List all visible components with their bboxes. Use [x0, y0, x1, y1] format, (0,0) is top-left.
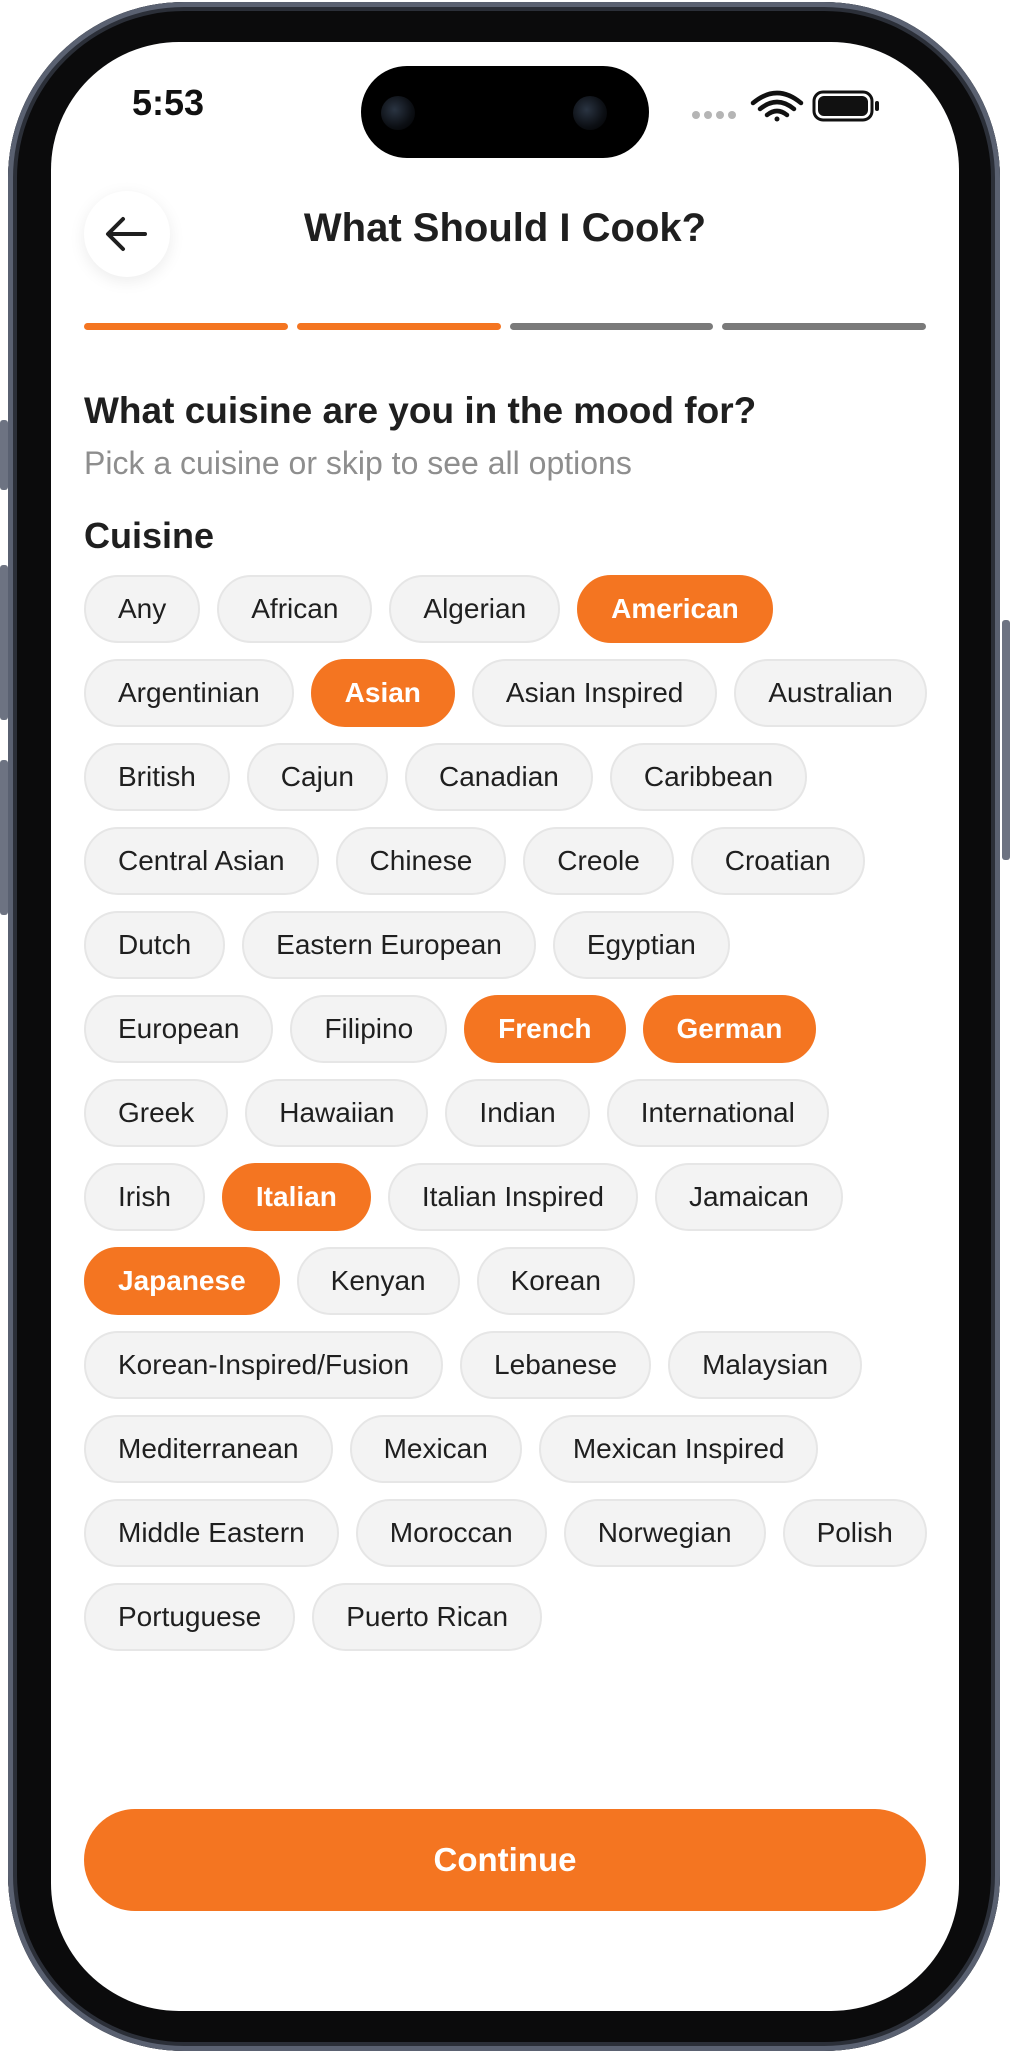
cuisine-chip[interactable]: Kenyan: [296, 1247, 460, 1315]
cuisine-chip[interactable]: African: [217, 575, 373, 643]
battery-icon: [812, 90, 879, 122]
cuisine-chip[interactable]: Middle Eastern: [84, 1499, 339, 1567]
continue-button[interactable]: Continue: [84, 1809, 926, 1911]
cuisine-chip-list[interactable]: Any African Algerian American Argentinian Asi…: [84, 575, 934, 1771]
cuisine-chip[interactable]: Japanese: [84, 1247, 280, 1315]
progress-step-4: [722, 323, 926, 330]
question-subtitle: Pick a cuisine or skip to see all option…: [84, 445, 632, 481]
cuisine-chip[interactable]: Polish: [782, 1499, 927, 1567]
cuisine-chip[interactable]: Central Asian: [84, 827, 319, 895]
cuisine-chip[interactable]: Malaysian: [668, 1331, 863, 1399]
status-icons: [692, 88, 882, 124]
cuisine-chip[interactable]: Canadian: [404, 743, 593, 811]
cuisine-chips: Any African Algerian American Argentinian Asi…: [84, 575, 934, 1651]
cuisine-chip[interactable]: Dutch: [84, 911, 226, 979]
cuisine-chip[interactable]: International: [606, 1079, 829, 1147]
cuisine-chip[interactable]: Italian: [221, 1163, 371, 1231]
cuisine-chip[interactable]: Lebanese: [460, 1331, 652, 1399]
cuisine-chip[interactable]: Eastern European: [242, 911, 536, 979]
cuisine-chip[interactable]: British: [84, 743, 230, 811]
cuisine-chip[interactable]: European: [84, 995, 274, 1063]
cuisine-chip[interactable]: Caribbean: [609, 743, 808, 811]
cuisine-chip[interactable]: Mexican: [349, 1415, 522, 1483]
cuisine-chip[interactable]: Korean-Inspired/Fusion: [84, 1331, 444, 1399]
cuisine-chip[interactable]: Mexican Inspired: [538, 1415, 819, 1483]
cuisine-chip[interactable]: Korean: [476, 1247, 635, 1315]
arrow-left-icon: [106, 217, 147, 251]
cuisine-chip[interactable]: Filipino: [290, 995, 448, 1063]
back-button[interactable]: [84, 191, 170, 277]
progress-step-2: [296, 323, 501, 330]
cuisine-chip[interactable]: Argentinian: [84, 659, 294, 727]
page-title: What Should I Cook?: [303, 206, 707, 250]
cuisine-chip[interactable]: Creole: [523, 827, 674, 895]
question-heading: What cuisine are you in the mood for?: [84, 390, 757, 431]
cuisine-chip[interactable]: Algerian: [389, 575, 561, 643]
cuisine-chip[interactable]: Portuguese: [84, 1583, 296, 1651]
cuisine-chip[interactable]: Mediterranean: [84, 1415, 333, 1483]
status-time: 5:53: [132, 82, 205, 123]
volume-down-button: [0, 760, 8, 915]
cuisine-chip[interactable]: Puerto Rican: [312, 1583, 543, 1651]
cuisine-chip[interactable]: Chinese: [335, 827, 507, 895]
progress-step-3: [509, 323, 714, 330]
cuisine-chip[interactable]: Cajun: [246, 743, 388, 811]
cuisine-chip[interactable]: Croatian: [690, 827, 865, 895]
cuisine-chip[interactable]: Moroccan: [355, 1499, 547, 1567]
cuisine-chip[interactable]: Norwegian: [563, 1499, 766, 1567]
cuisine-section-label: Cuisine: [84, 515, 215, 556]
cuisine-chip[interactable]: Indian: [445, 1079, 590, 1147]
cuisine-chip[interactable]: German: [642, 995, 817, 1063]
cuisine-chip[interactable]: American: [577, 575, 773, 643]
cuisine-chip[interactable]: Australian: [734, 659, 927, 727]
cuisine-chip[interactable]: Asian Inspired: [471, 659, 718, 727]
cuisine-chip[interactable]: French: [464, 995, 626, 1063]
cuisine-chip[interactable]: Greek: [84, 1079, 229, 1147]
signal-dots-icon: [692, 111, 736, 119]
volume-up-button: [0, 565, 8, 720]
dynamic-island: [361, 66, 649, 158]
wifi-icon: [750, 90, 804, 122]
power-button: [1002, 620, 1010, 860]
cuisine-chip[interactable]: Egyptian: [552, 911, 730, 979]
cuisine-chip[interactable]: Irish: [84, 1163, 205, 1231]
cuisine-chip[interactable]: Jamaican: [654, 1163, 843, 1231]
action-button: [0, 420, 8, 490]
cuisine-chip[interactable]: Any: [84, 575, 201, 643]
step-progress-bar: [84, 323, 926, 330]
camera-icon: [381, 96, 415, 130]
cuisine-chip[interactable]: Italian Inspired: [387, 1163, 638, 1231]
progress-step-1: [84, 323, 288, 330]
cuisine-chip[interactable]: Hawaiian: [245, 1079, 429, 1147]
cuisine-chip[interactable]: Asian: [310, 659, 455, 727]
sensor-icon: [573, 96, 607, 130]
